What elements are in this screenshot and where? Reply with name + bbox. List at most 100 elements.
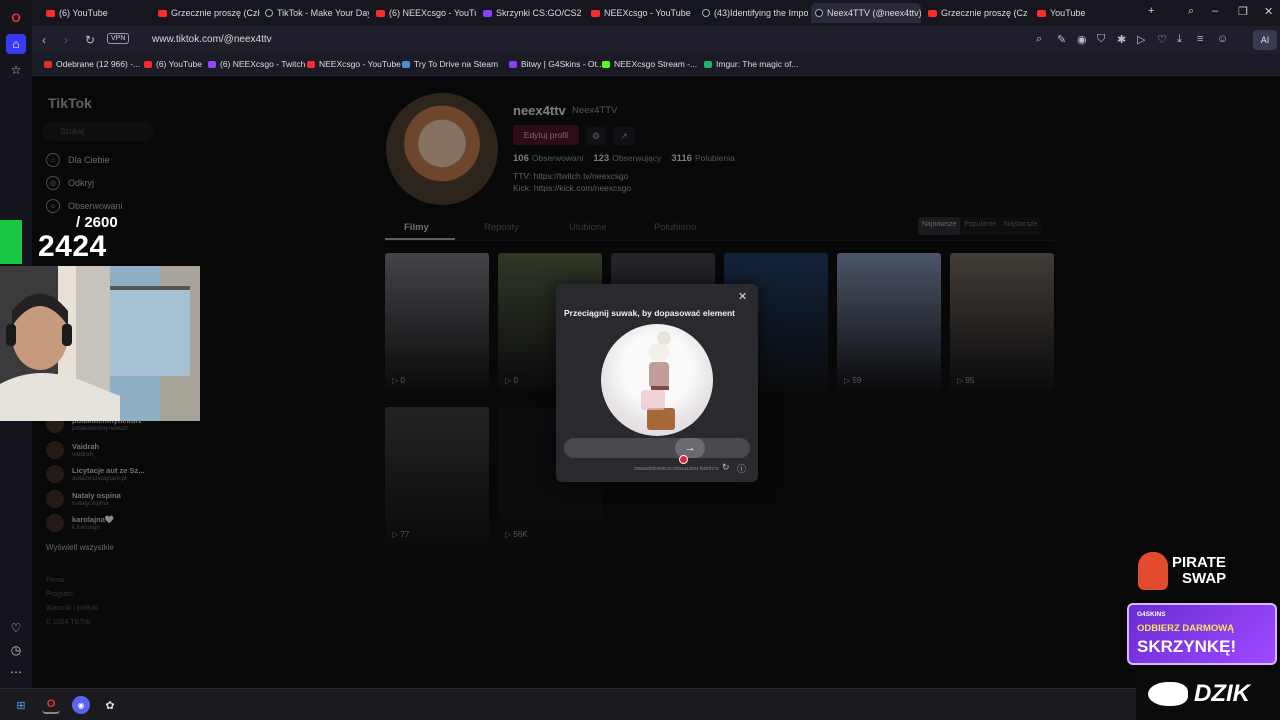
back-icon[interactable]: ‹ bbox=[42, 33, 46, 47]
windows-start-icon[interactable]: ⊞ bbox=[12, 696, 30, 714]
youtube-icon bbox=[1037, 9, 1046, 17]
boar-icon bbox=[1148, 682, 1188, 706]
tab[interactable]: (43)Identifying the Impo bbox=[698, 3, 808, 23]
promo-line2: SKRZYNKĘ! bbox=[1137, 637, 1237, 656]
bookmark-item[interactable]: Bitwy | G4Skins - Ot... bbox=[509, 59, 604, 69]
tab[interactable]: Grzecznie proszę (Człuch bbox=[154, 3, 260, 23]
bookmark-item[interactable]: (6) NEEXcsgo - Twitch bbox=[208, 59, 305, 69]
streamer-silhouette bbox=[0, 266, 190, 421]
bookmark-item[interactable]: Odebrane (12 966) -... bbox=[44, 59, 140, 69]
profile-icon[interactable]: ☺ bbox=[1217, 33, 1228, 45]
ai-button[interactable]: AI bbox=[1253, 30, 1277, 50]
vpn-badge[interactable]: VPN bbox=[107, 33, 130, 44]
captcha-slider-track: → bbox=[564, 438, 750, 458]
sub-goal: / 2600 bbox=[76, 214, 118, 231]
more-icon[interactable]: ⋯ bbox=[6, 662, 26, 682]
tab[interactable]: YouTube bbox=[1033, 3, 1123, 23]
app-icon[interactable]: ✿ bbox=[101, 696, 119, 714]
pirate-swap-logo: PIRATE SWAP bbox=[1134, 548, 1254, 594]
youtube-icon bbox=[928, 9, 937, 17]
info-icon[interactable]: ⓘ bbox=[737, 462, 746, 475]
arrow-right-icon[interactable]: → bbox=[675, 438, 705, 458]
bookmark-label: Bitwy | G4Skins - Ot... bbox=[521, 59, 604, 69]
tab-label: TikTok - Make Your Day bbox=[277, 8, 369, 18]
bookmark-label: (6) YouTube bbox=[156, 59, 202, 69]
webcam-feed bbox=[0, 266, 200, 421]
bookmark-favicon-icon bbox=[144, 60, 152, 68]
tab-label: (43)Identifying the Impo bbox=[714, 8, 808, 18]
youtube-icon bbox=[591, 9, 600, 17]
star-icon[interactable]: ☆ bbox=[6, 60, 26, 80]
search-tabs-icon[interactable]: ⌕ bbox=[1188, 5, 1194, 18]
menu-icon[interactable]: ≡ bbox=[1197, 33, 1203, 45]
tab[interactable]: (6) YouTube bbox=[42, 3, 152, 23]
camera-icon[interactable]: ◉ bbox=[1077, 33, 1087, 46]
tab-label: Grzecznie proszę (Człuch bbox=[171, 8, 260, 18]
heart-icon[interactable]: ♡ bbox=[1157, 33, 1167, 46]
forward-icon[interactable]: › bbox=[64, 33, 68, 47]
pirate-line2: SWAP bbox=[1182, 570, 1227, 587]
download-icon[interactable]: ⤓ bbox=[1177, 33, 1182, 46]
taskbar: ⊞ O ◉ ✿ bbox=[0, 688, 1280, 720]
shield-icon[interactable]: ⛉ bbox=[1097, 33, 1105, 46]
bookmark-item[interactable]: (6) YouTube bbox=[144, 59, 202, 69]
bookmark-label: Odebrane (12 966) -... bbox=[56, 59, 141, 69]
tab-label: YouTube bbox=[1050, 8, 1086, 18]
new-tab-icon[interactable]: + bbox=[1148, 5, 1154, 17]
tab-label: Neex4TTV (@neex4ttv) | T bbox=[827, 8, 921, 18]
maximize-icon[interactable]: ❐ bbox=[1238, 5, 1248, 18]
bookmark-item[interactable]: NEEXcsgo Stream -... bbox=[602, 59, 697, 69]
tab[interactable]: Skrzynki CS:GO/CS2 | G4 bbox=[479, 3, 583, 23]
goal-target: 2600 bbox=[84, 214, 118, 231]
bookmark-item[interactable]: Try To Drive na Steam bbox=[402, 59, 498, 69]
captcha-puzzle-image bbox=[601, 324, 713, 436]
dzik-logo: DZIK bbox=[1136, 668, 1280, 720]
tab-label: (6) NEEXcsgo - YouTube bbox=[389, 8, 476, 18]
tab[interactable]: Grzecznie proszę (Człuch bbox=[924, 3, 1028, 23]
tab-label: (6) YouTube bbox=[59, 8, 108, 18]
opera-taskbar-icon[interactable]: O bbox=[42, 696, 60, 714]
dzik-text: DZIK bbox=[1194, 680, 1250, 707]
close-window-icon[interactable]: ✕ bbox=[1264, 5, 1273, 18]
home-icon[interactable]: ⌂ bbox=[6, 34, 26, 54]
youtube-icon bbox=[46, 9, 55, 17]
bookmark-item[interactable]: NEEXcsgo - YouTube bbox=[307, 59, 401, 69]
discord-icon[interactable]: ◉ bbox=[72, 696, 90, 714]
captcha-id: 2956d6f5f04f9bc0c3f30ad4d094 f8bf0f175 bbox=[634, 466, 719, 471]
search-icon[interactable]: ⌕ bbox=[1036, 33, 1042, 46]
tab-label: Grzecznie proszę (Człuch bbox=[941, 8, 1028, 18]
play-icon[interactable]: ▷ bbox=[1137, 33, 1145, 46]
bookmark-favicon-icon bbox=[307, 60, 315, 68]
url-field[interactable]: www.tiktok.com/@neex4ttv bbox=[152, 34, 272, 45]
tab-label: Skrzynki CS:GO/CS2 | G4 bbox=[496, 8, 583, 18]
reload-icon[interactable]: ↻ bbox=[85, 33, 95, 47]
sub-count: 2424 bbox=[38, 230, 107, 263]
bookmark-label: NEEXcsgo - YouTube bbox=[319, 59, 401, 69]
edit-icon[interactable]: ✎ bbox=[1057, 33, 1066, 46]
bookmark-label: Try To Drive na Steam bbox=[414, 59, 499, 69]
history-icon[interactable]: ◷ bbox=[6, 640, 26, 660]
tab[interactable]: NEEXcsgo - YouTube bbox=[587, 3, 695, 23]
tab[interactable]: TikTok - Make Your Day bbox=[261, 3, 369, 23]
tab-label: NEEXcsgo - YouTube bbox=[604, 8, 691, 18]
minimize-icon[interactable]: – bbox=[1212, 5, 1218, 17]
bookmark-favicon-icon bbox=[602, 60, 610, 68]
tiktok-icon bbox=[702, 9, 710, 17]
bookmark-item[interactable]: Imgur: The magic of... bbox=[704, 59, 799, 69]
pirate-icon bbox=[1138, 552, 1168, 590]
bookmark-label: Imgur: The magic of... bbox=[716, 59, 799, 69]
bookmark-favicon-icon bbox=[509, 60, 517, 68]
tab-active[interactable]: Neex4TTV (@neex4ttv) | T bbox=[811, 3, 921, 23]
address-bar: ‹ › ↻ VPN www.tiktok.com/@neex4ttv ⌕ ✎ ◉… bbox=[32, 26, 1280, 54]
extensions-icon[interactable]: ✱ bbox=[1117, 33, 1126, 46]
tiktok-icon bbox=[815, 9, 823, 17]
cursor-not-allowed-icon bbox=[679, 455, 688, 464]
pirate-line1: PIRATE bbox=[1172, 554, 1226, 571]
refresh-icon[interactable]: ↻ bbox=[722, 462, 730, 473]
tab[interactable]: (6) NEEXcsgo - YouTube bbox=[372, 3, 476, 23]
heart-icon[interactable]: ♡ bbox=[6, 618, 26, 638]
tab-strip: (6) YouTube Grzecznie proszę (Człuch Tik… bbox=[32, 0, 1280, 26]
close-icon[interactable]: ✕ bbox=[738, 290, 747, 303]
youtube-icon bbox=[158, 9, 167, 17]
opera-logo-icon[interactable]: O bbox=[6, 8, 26, 28]
